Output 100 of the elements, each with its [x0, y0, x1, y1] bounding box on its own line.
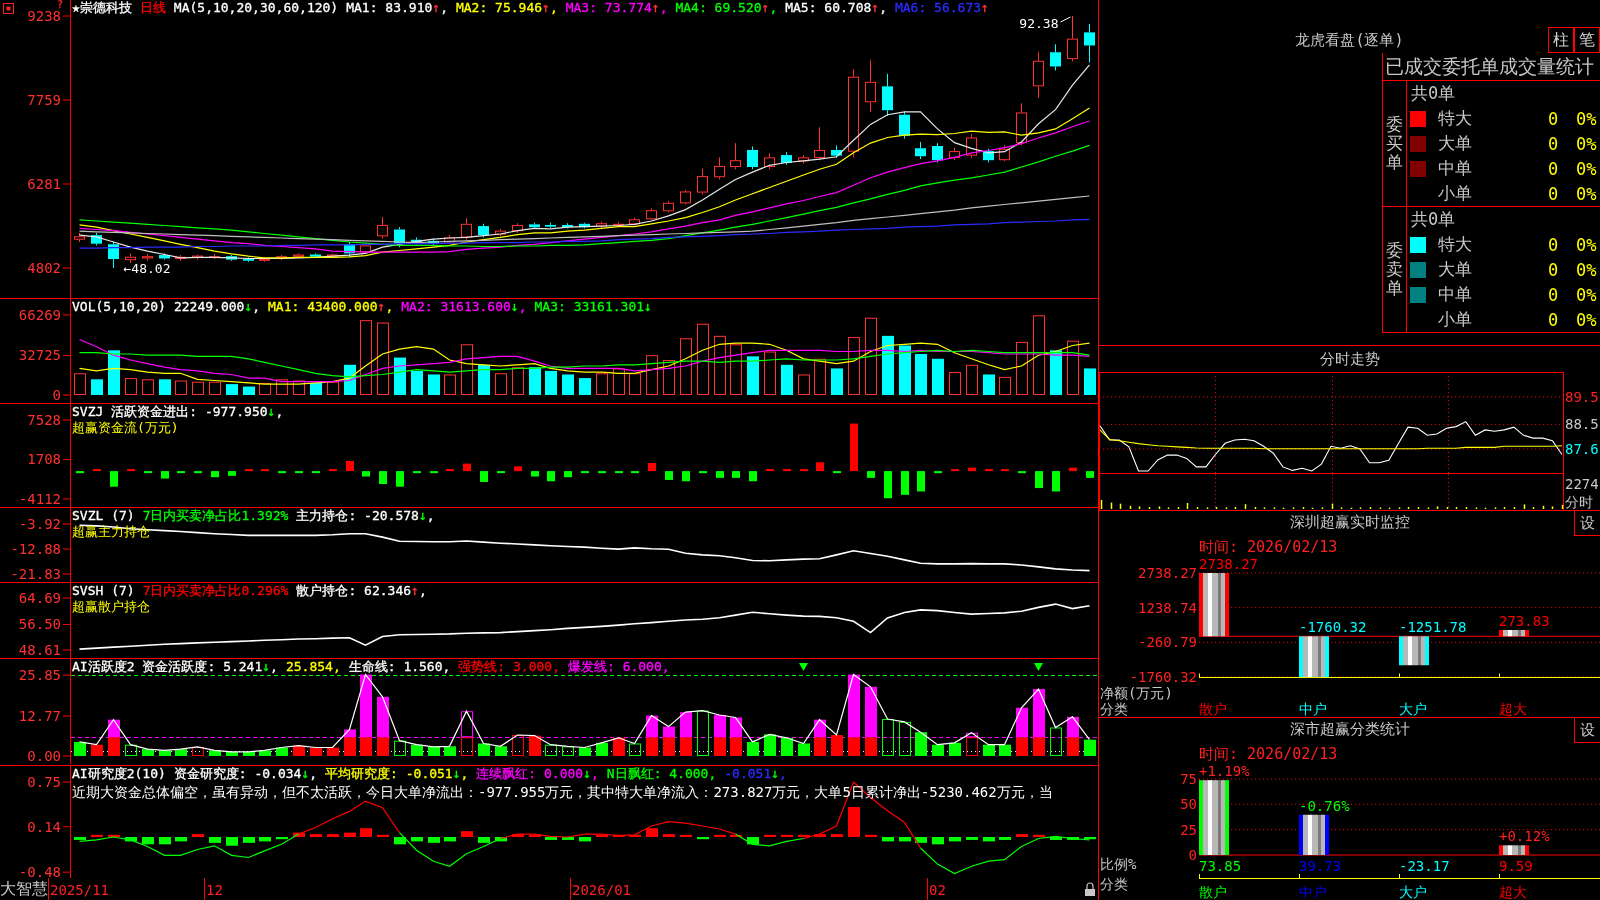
indicator-legend-text: 7日内买卖净占比1.392%	[142, 508, 289, 524]
order-count: 0	[1548, 183, 1560, 204]
order-size-label: 大单	[1438, 132, 1473, 155]
indicator-legend-text: AI活跃度2	[72, 659, 135, 675]
axis-tick-label: 6281	[27, 176, 61, 192]
indicator-legend-text: MA6: 56.673↑	[894, 0, 989, 16]
indicator-legend-text: SVSH (7)	[72, 583, 135, 599]
order-share: 0%	[1576, 108, 1598, 129]
axis-tick-label: 50	[1180, 796, 1197, 813]
order-size-label: 中单	[1438, 157, 1473, 180]
axis-tick-label: -3.92	[18, 516, 61, 532]
indicator-legend-text: 22249.000↓,	[173, 299, 261, 315]
order-count: 0	[1548, 309, 1560, 330]
indicator-legend-text: MA1: 83.910↑,	[346, 0, 448, 16]
axis-tick-label: 64.69	[18, 590, 61, 606]
order-size-label: 特大	[1438, 107, 1473, 130]
order-share: 0%	[1576, 183, 1598, 204]
order-size-label: 特大	[1438, 233, 1473, 256]
axis-tick-label: -12.88	[10, 541, 61, 557]
indicator-legend-text: 散户持仓: 62.346↑,	[296, 583, 427, 599]
indicator-legend-text: 主力持仓: -20.578↓,	[296, 508, 435, 524]
order-count: 0	[1548, 259, 1560, 280]
indicator-legend-text: MA3: 33161.301↓	[534, 299, 652, 315]
volume-peak-label: 2274	[1565, 476, 1599, 492]
indicator-legend-text: VOL(5,10,20)	[72, 299, 166, 315]
order-share: 0%	[1576, 309, 1598, 330]
axis-tick-label: 25.85	[18, 667, 61, 683]
axis-tick-label: 4802	[27, 260, 61, 276]
order-side-label: 委买单	[1386, 115, 1403, 172]
indicator-subtitle: 超赢资金流(万元)	[72, 420, 179, 436]
indicator-legend-text: MA5: 60.708↑,	[785, 0, 887, 16]
indicator-legend-text: 强势线: 3.000,	[458, 659, 560, 675]
indicator-legend-text: -0.051↓,	[724, 766, 787, 782]
order-share: 0%	[1576, 158, 1598, 179]
axis-tick-label: 7759	[27, 92, 61, 109]
order-total: 共0单	[1411, 82, 1456, 105]
order-share: 0%	[1576, 234, 1598, 255]
order-side-label: 委卖单	[1386, 241, 1403, 298]
timestamp-label: 时间: 2026/02/13	[1199, 744, 1338, 764]
order-total: 共0单	[1411, 208, 1456, 231]
order-share: 0%	[1576, 259, 1598, 280]
indicator-legend-text: 活跃资金进出: -977.950↓,	[111, 404, 284, 420]
indicator-legend-text: 日线	[139, 0, 166, 16]
axis-tick-label: 89.5	[1565, 388, 1599, 405]
axis-tick-label: -21.83	[10, 566, 61, 582]
order-count: 0	[1548, 158, 1560, 179]
price-extreme-label: ←48.02	[123, 261, 171, 276]
order-count: 0	[1548, 133, 1560, 154]
axis-tick-label: 25	[1180, 821, 1197, 838]
axis-tick-label: -4112	[18, 491, 61, 507]
axis-tick-label: 0.14	[27, 818, 61, 835]
order-size-label: 小单	[1438, 182, 1473, 205]
order-size-label: 大单	[1438, 258, 1473, 281]
indicator-legend-text: SVZJ	[72, 404, 104, 420]
volume-caption: 分时	[1565, 494, 1593, 510]
indicator-legend-text: 25.854,	[285, 659, 341, 675]
panel-title: 分时走势	[1319, 349, 1380, 370]
indicator-legend-text: SVZL (7)	[72, 508, 135, 524]
axis-tick-label: 0	[52, 387, 61, 403]
axis-tick-label: 9238	[27, 8, 61, 24]
order-size-label: 小单	[1438, 308, 1473, 331]
order-size-label: 中单	[1438, 283, 1473, 306]
indicator-legend-text: MA1: 43400.000↑,	[268, 299, 394, 315]
timestamp-label: 时间: 2026/02/13	[1199, 537, 1338, 557]
indicator-legend-text: ★崇德科技	[72, 0, 132, 16]
panel-title: 龙虎看盘(逐单)	[1295, 30, 1404, 51]
indicator-legend-text: 7日内买卖净占比0.296%	[142, 583, 289, 599]
indicator-legend-text: MA(5,10,20,30,60,120)	[173, 0, 339, 16]
change-percent-label: +1.19%	[1199, 763, 1250, 780]
axis-tick-label: 75	[1180, 771, 1197, 787]
axis-tick-label: 66269	[18, 307, 61, 323]
indicator-legend-text: MA3: 73.774↑,	[565, 0, 668, 16]
axis-tick-label: 88.5	[1565, 416, 1599, 433]
order-share: 0%	[1576, 284, 1598, 305]
analysis-commentary: 近期大资金总体偏空，虽有异动，但不太活跃，今日大单净流出：-977.955万元，其中特大单净流入：273.827万元，大单5日累计净出-5230.462万元，当	[72, 783, 1053, 801]
indicator-legend-text: 爆发线: 6.000,	[568, 659, 670, 675]
indicator-legend-text: N日飘红: 4.000,	[606, 766, 717, 782]
indicator-subtitle: 超赢散户持仓	[72, 599, 150, 615]
axis-tick-label: 0.75	[27, 774, 61, 791]
axis-tick-label: 87.6	[1565, 441, 1599, 458]
axis-tick-label: 48.61	[18, 642, 61, 658]
indicator-legend-text: 资金研究度: -0.034↓,	[173, 766, 318, 782]
indicator-legend-text: 资金活跃度: 5.241↓,	[142, 659, 278, 675]
indicator-legend-text: MA2: 75.946↑,	[455, 0, 558, 16]
table-title: 已成交委托单成交量统计	[1385, 53, 1594, 79]
indicator-legend-text: MA2: 31613.600↓,	[401, 299, 527, 315]
order-count: 0	[1548, 108, 1560, 129]
indicator-legend-text: 平均研究度: -0.051↓,	[325, 766, 469, 782]
order-share: 0%	[1576, 133, 1598, 154]
change-percent-label: -0.76%	[1299, 797, 1350, 814]
indicator-legend-text: MA4: 69.520↑,	[675, 0, 778, 16]
help-mark: ?	[57, 0, 64, 10]
indicator-legend-text: AI研究度2(10)	[72, 766, 166, 782]
indicator-legend-text: 连续飘红: 0.000↓,	[476, 766, 599, 782]
order-count: 0	[1548, 234, 1560, 255]
axis-tick-label: -0.48	[18, 864, 61, 881]
panel-title: 深市超赢分类统计	[1289, 719, 1410, 740]
brand-label: 大智慧	[0, 879, 48, 899]
price-extreme-label: 92.38	[1019, 16, 1059, 31]
axis-tick-label: 12.77	[18, 708, 61, 724]
